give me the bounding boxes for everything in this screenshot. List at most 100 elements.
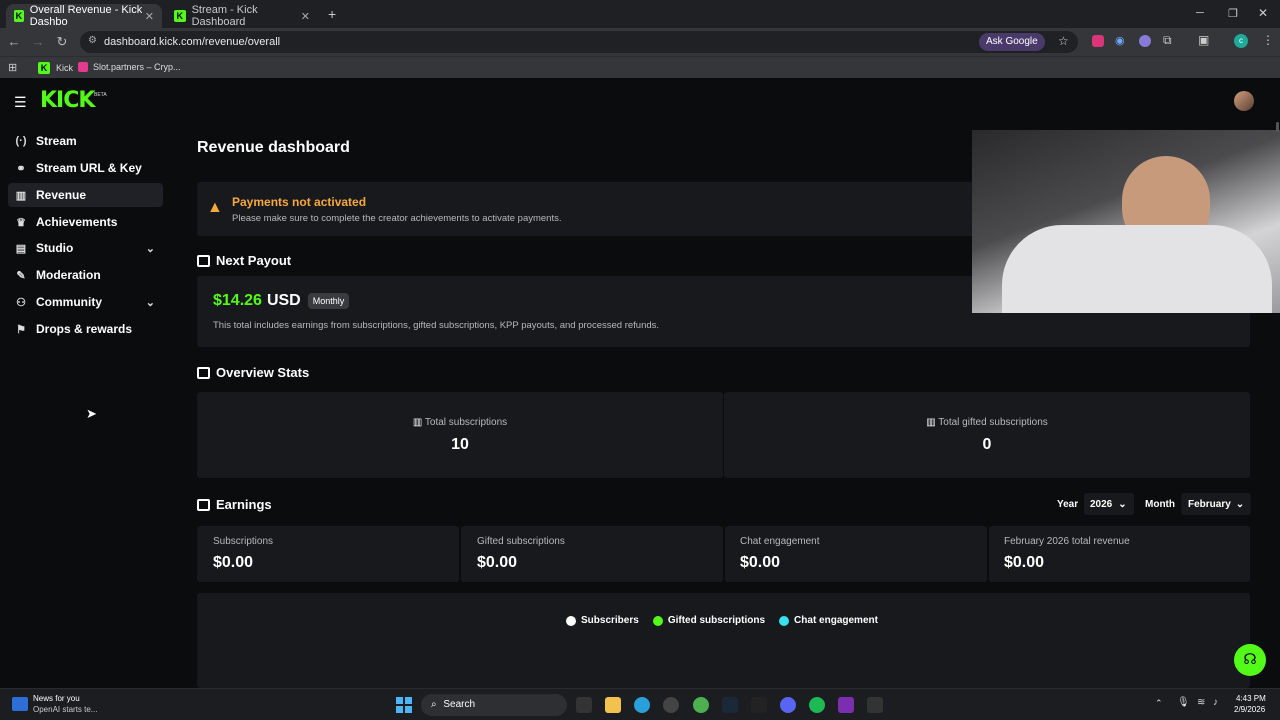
page-scrollbar[interactable] [1276, 122, 1279, 132]
terminal-icon[interactable] [867, 697, 883, 713]
address-bar[interactable]: ⚙ dashboard.kick.com/revenue/overall Ask… [80, 31, 1078, 53]
news-widget-subtitle[interactable]: OpenAI starts te... [33, 705, 97, 714]
earnings-value: $0.00 [213, 554, 254, 571]
taskbar-search[interactable]: ⌕ Search [421, 694, 567, 716]
community-icon: ⚇ [16, 296, 26, 309]
support-chat-icon[interactable]: ☊ [1234, 644, 1266, 676]
sidebar-item-drops[interactable]: ⚑ Drops & rewards [8, 317, 163, 341]
extension-icon[interactable] [1139, 35, 1151, 47]
minimize-window-icon[interactable]: ─ [1196, 7, 1204, 19]
spotify-icon[interactable] [809, 697, 825, 713]
hamburger-menu-icon[interactable]: ☰ [14, 94, 27, 111]
bar-chart-icon: ▥ [15, 189, 27, 202]
kick-logo[interactable]: KICK [40, 88, 95, 113]
epic-games-icon[interactable] [751, 697, 767, 713]
news-widget-icon[interactable] [12, 697, 28, 711]
sidebar-item-studio[interactable]: ▤ Studio ⌄ [8, 236, 163, 260]
legend-item-chat[interactable]: Chat engagement [779, 615, 878, 626]
clock-date[interactable]: 2/9/2026 [1234, 705, 1265, 714]
stat-label-text: Total subscriptions [424, 417, 508, 428]
bookmark-slot-partners[interactable]: Slot.partners – Cryp... [78, 62, 181, 72]
user-avatar[interactable] [1234, 91, 1254, 111]
start-tile [405, 697, 412, 704]
url-text[interactable]: dashboard.kick.com/revenue/overall [104, 36, 280, 48]
wifi-icon[interactable]: ≋ [1197, 697, 1205, 708]
close-window-icon[interactable]: ✕ [1258, 6, 1268, 20]
search-icon: ⌕ [431, 699, 440, 710]
extension-icon[interactable] [1092, 35, 1104, 47]
kick-favicon-icon: K [38, 62, 50, 74]
extension-icon[interactable]: ◉ [1115, 34, 1125, 47]
sidebar-item-label: Community [36, 295, 102, 309]
tab-title: Stream - Kick Dashboard [191, 4, 258, 28]
month-select[interactable]: February ⌄ [1181, 493, 1251, 515]
new-tab-button[interactable]: + [328, 6, 336, 22]
sidebar-item-stream-url[interactable]: ⚭ Stream URL & Key [8, 156, 163, 180]
telegram-icon[interactable] [634, 697, 650, 713]
browser-tab-active[interactable]: K Overall Revenue - Kick Dashbo ✕ [6, 4, 162, 28]
profile-avatar[interactable]: c [1234, 34, 1248, 48]
close-tab-icon[interactable]: ✕ [145, 10, 154, 23]
sidebar-item-stream[interactable]: (·) Stream [8, 129, 163, 153]
sidebar-item-revenue[interactable]: ▥ Revenue [8, 183, 163, 207]
microphone-icon[interactable]: 🎙 [1177, 697, 1190, 708]
year-label: Year [1057, 499, 1079, 510]
webcam-hoodie [1002, 225, 1272, 313]
sidebar-item-achievements[interactable]: ♛ Achievements [8, 210, 163, 234]
back-icon[interactable]: ← [6, 34, 22, 49]
windows-taskbar: News for you OpenAI starts te... ⌕ Searc… [0, 688, 1280, 720]
year-select[interactable]: 2026 ⌄ [1084, 493, 1134, 515]
discord-icon[interactable] [780, 697, 796, 713]
stat-label: ▥ Total gifted subscriptions [724, 417, 1250, 428]
browser-menu-icon[interactable]: ⋮ [1262, 33, 1274, 47]
chrome-icon[interactable] [693, 697, 709, 713]
restore-window-icon[interactable]: ❐ [1228, 7, 1238, 20]
start-tile [405, 706, 412, 713]
reload-icon[interactable]: ↻ [54, 34, 70, 50]
apps-grid-icon[interactable]: ⊞ [8, 61, 17, 74]
chevron-down-icon: ⌄ [1235, 499, 1245, 510]
link-icon: ⚭ [16, 162, 26, 175]
volume-icon[interactable]: ♪ [1213, 697, 1218, 708]
earnings-chart: Subscribers Gifted subscriptions Chat en… [197, 593, 1250, 688]
taskbar-app-icon[interactable] [838, 697, 854, 713]
file-explorer-icon[interactable] [605, 697, 621, 713]
studio-icon: ▤ [15, 242, 27, 255]
sidebar-item-community[interactable]: ⚇ Community ⌄ [8, 290, 163, 314]
trophy-icon: ♛ [16, 216, 26, 229]
browser-toolbar: ← → ↻ ⚙ dashboard.kick.com/revenue/overa… [0, 28, 1280, 56]
side-panel-icon[interactable]: ▣ [1198, 33, 1209, 47]
forward-icon[interactable]: → [30, 34, 46, 49]
ask-google-button[interactable]: Ask Google [979, 33, 1045, 51]
earnings-label: Subscriptions [213, 536, 274, 547]
clock-time[interactable]: 4:43 PM [1236, 694, 1266, 703]
taskbar-app-icon[interactable] [576, 697, 592, 713]
year-select-value: 2026 [1090, 499, 1113, 510]
sidebar-item-moderation[interactable]: ✎ Moderation [8, 263, 163, 287]
month-label: Month [1145, 499, 1175, 510]
legend-item-gifted[interactable]: Gifted subscriptions [652, 615, 765, 626]
legend-item-subscribers[interactable]: Subscribers [566, 615, 639, 626]
search-label: Search [443, 699, 476, 710]
bookmark-kick[interactable]: K Kick [38, 62, 73, 74]
taskbar-app-icon[interactable] [663, 697, 679, 713]
browser-tab[interactable]: K Stream - Kick Dashboard ✕ [166, 4, 318, 28]
close-tab-icon[interactable]: ✕ [301, 10, 310, 23]
slot-favicon-icon [78, 62, 88, 72]
site-info-icon[interactable]: ⚙ [88, 35, 97, 46]
legend-dot [779, 615, 790, 626]
page-title: Revenue dashboard [197, 139, 350, 156]
sidebar-item-label: Achievements [36, 215, 118, 229]
dashboard-page: ☰ KICK BETA (·) Stream ⚭ Stream URL & Key … [0, 80, 1280, 688]
tray-chevron-up-icon[interactable]: ⌃ [1155, 698, 1163, 709]
bookmark-star-icon[interactable]: ☆ [1058, 34, 1069, 48]
sidebar-item-label: Stream URL & Key [36, 161, 142, 175]
steam-icon[interactable] [722, 697, 738, 713]
earnings-card-total: February 2026 total revenue $0.00 [989, 526, 1250, 582]
kick-favicon-icon: K [174, 10, 186, 22]
stat-value: 10 [451, 436, 469, 453]
windows-start-icon[interactable] [396, 697, 412, 713]
bookmark-label: Slot.partners – Cryp... [93, 62, 181, 72]
extensions-puzzle-icon[interactable]: ⧉ [1163, 33, 1172, 48]
news-widget-title[interactable]: News for you [33, 694, 80, 703]
